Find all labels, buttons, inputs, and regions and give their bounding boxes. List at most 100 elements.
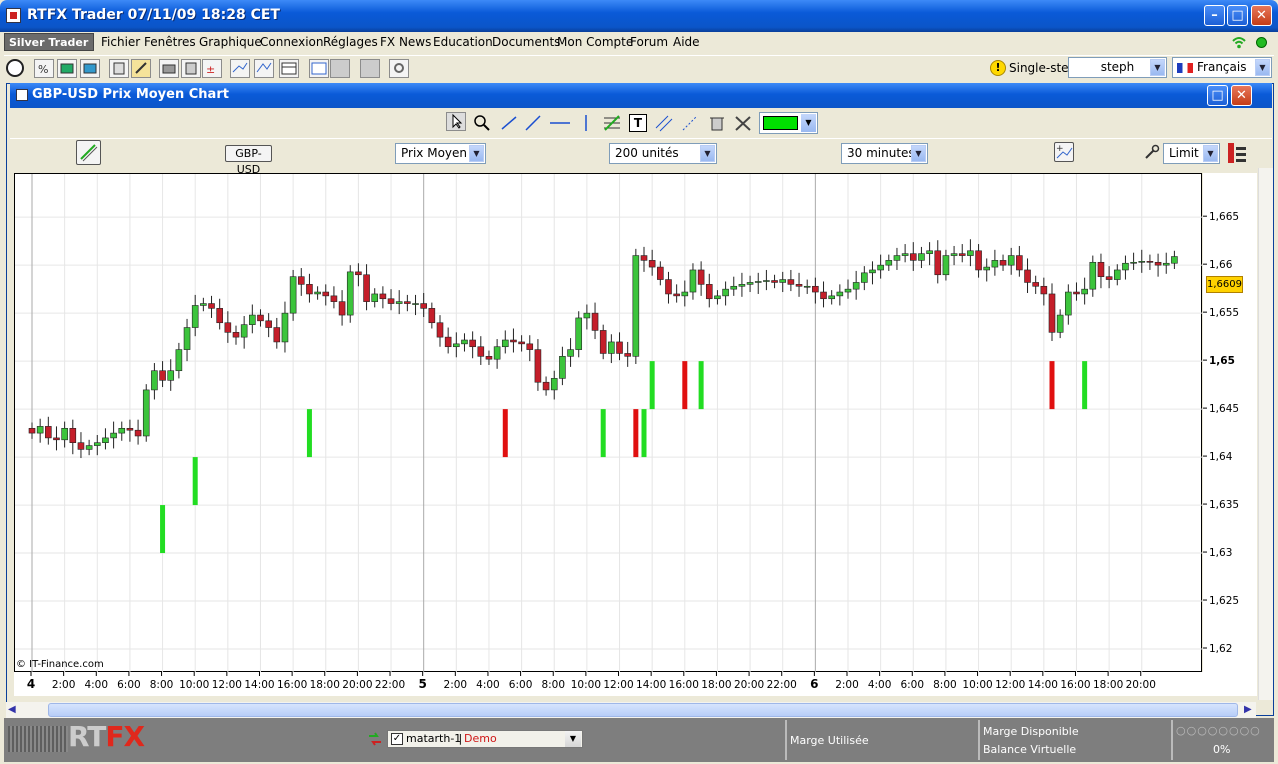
settings-chart-icon[interactable]: [389, 59, 409, 78]
menu-forum[interactable]: Forum: [630, 35, 668, 49]
trendline-icon[interactable]: [500, 114, 518, 132]
candle: [852, 282, 860, 290]
tools-icon[interactable]: [733, 114, 753, 132]
plus-minus-icon[interactable]: ±: [202, 59, 222, 78]
window-icon[interactable]: [309, 59, 329, 78]
chevron-down-icon: ▼: [801, 114, 816, 132]
orders-icon[interactable]: [109, 59, 129, 78]
units-select[interactable]: 200 unités ▼: [609, 143, 717, 164]
add-indicator-icon[interactable]: +: [1054, 142, 1074, 162]
power-icon[interactable]: [6, 59, 24, 77]
vertical-line-icon[interactable]: [580, 114, 592, 132]
table-icon[interactable]: [279, 59, 299, 78]
fibonacci-icon[interactable]: [602, 114, 622, 132]
scroll-right-icon[interactable]: ▶: [1244, 704, 1252, 715]
candle: [665, 279, 672, 295]
history-icon[interactable]: [131, 59, 151, 78]
horizontal-line-icon[interactable]: [549, 114, 571, 132]
maximize-button[interactable]: □: [1227, 5, 1248, 26]
ray-icon[interactable]: [524, 114, 542, 132]
menu-aide[interactable]: Aide: [673, 35, 700, 49]
candle: [183, 327, 191, 350]
order-type-select[interactable]: Limit ▼: [1163, 143, 1220, 164]
channel-icon[interactable]: [654, 114, 674, 132]
chart-window-titlebar[interactable]: GBP-USD Prix Moyen Chart □ ✕: [10, 83, 1272, 108]
candle: [983, 266, 991, 271]
vertical-scrollbar[interactable]: [1258, 168, 1273, 700]
user-select[interactable]: steph ▼: [1068, 57, 1167, 78]
minimize-button[interactable]: –: [1204, 5, 1225, 26]
timeframe-select[interactable]: 30 minutes ▼: [841, 143, 928, 164]
menu-fichier[interactable]: Fichier: [101, 35, 140, 49]
scroll-left-icon[interactable]: ◀: [8, 704, 16, 715]
color-picker[interactable]: ▼: [759, 112, 818, 134]
account-switch-icon[interactable]: [367, 731, 383, 747]
x-tick-label: 14:00: [636, 679, 666, 691]
account-checkbox[interactable]: ✓: [391, 733, 403, 745]
candle: [281, 312, 289, 343]
candle: [61, 427, 68, 441]
candlestick-chart[interactable]: [15, 174, 1203, 673]
chart-maximize-button[interactable]: □: [1207, 85, 1228, 106]
menu-fx-news[interactable]: FX News: [380, 35, 431, 49]
grid-chart-icon[interactable]: [230, 59, 250, 78]
candle: [110, 432, 117, 439]
status-divider: [785, 720, 787, 760]
candle: [526, 343, 534, 350]
language-select[interactable]: Français ▼: [1172, 57, 1272, 78]
candle: [779, 279, 787, 283]
multi-chart-icon[interactable]: [254, 59, 274, 78]
candle: [85, 445, 93, 450]
price-type-select[interactable]: Prix Moyen ▼: [395, 143, 486, 164]
x-tick-label: 18:00: [310, 679, 340, 691]
menu-graphique[interactable]: Graphique: [199, 35, 262, 49]
menu-education[interactable]: Education: [433, 35, 493, 49]
window-titlebar[interactable]: RTFX Trader 07/11/09 18:28 CET – □ ✕: [0, 0, 1278, 32]
warning-icon: !: [990, 60, 1006, 76]
close-button[interactable]: ✕: [1251, 5, 1272, 26]
signal-bar: [600, 409, 606, 458]
symbol-button[interactable]: GBP-USD: [225, 145, 272, 176]
menu-mon-compte[interactable]: Mon Compte: [557, 35, 633, 49]
x-tick-label: 16:00: [277, 679, 307, 691]
x-tick-label: 12:00: [995, 679, 1025, 691]
candle: [869, 269, 876, 274]
positions-icon[interactable]: [80, 59, 100, 78]
candle: [224, 322, 232, 333]
svg-text:%: %: [38, 63, 48, 76]
wrench-icon[interactable]: [1143, 143, 1161, 161]
window-tile-icon[interactable]: [330, 59, 350, 78]
trash-icon[interactable]: [708, 114, 726, 132]
chart-close-button[interactable]: ✕: [1231, 85, 1252, 106]
signal-bar: [306, 409, 312, 458]
sort-icon[interactable]: [1226, 141, 1248, 165]
signal-bar: [649, 361, 655, 410]
zoom-icon[interactable]: [473, 114, 491, 132]
y-tick-label: 1,625: [1209, 595, 1239, 607]
percent-icon[interactable]: %: [34, 59, 54, 78]
pitchfork-icon[interactable]: [681, 114, 699, 132]
quotes-icon[interactable]: [57, 59, 77, 78]
y-tick-label: 1,65: [1209, 355, 1235, 367]
candle: [575, 317, 583, 350]
text-tool-icon[interactable]: T: [629, 114, 647, 132]
chart-plot-area[interactable]: © IT-Finance.com: [14, 173, 1203, 673]
balance-icon[interactable]: [159, 59, 179, 78]
candle: [820, 291, 827, 300]
mode-label: Single-step: [1009, 61, 1077, 75]
candle: [453, 343, 460, 348]
calculator-icon[interactable]: [181, 59, 201, 78]
scrollbar-thumb[interactable]: [48, 703, 1238, 717]
candle: [322, 291, 330, 297]
signal-bar: [502, 409, 508, 458]
pointer-icon[interactable]: [446, 112, 466, 131]
menu-reglages[interactable]: Réglages: [323, 35, 378, 49]
candle: [542, 381, 550, 391]
candle: [624, 353, 631, 357]
disabled-tool-icon[interactable]: [360, 59, 380, 78]
order-ticket-icon[interactable]: [76, 140, 101, 165]
menu-fenetres[interactable]: Fenêtres: [144, 35, 196, 49]
account-select[interactable]: ✓ matarth-1 | Demo ▼: [387, 730, 583, 748]
menu-connexion[interactable]: Connexion: [260, 35, 324, 49]
menu-documents[interactable]: Documents: [492, 35, 560, 49]
